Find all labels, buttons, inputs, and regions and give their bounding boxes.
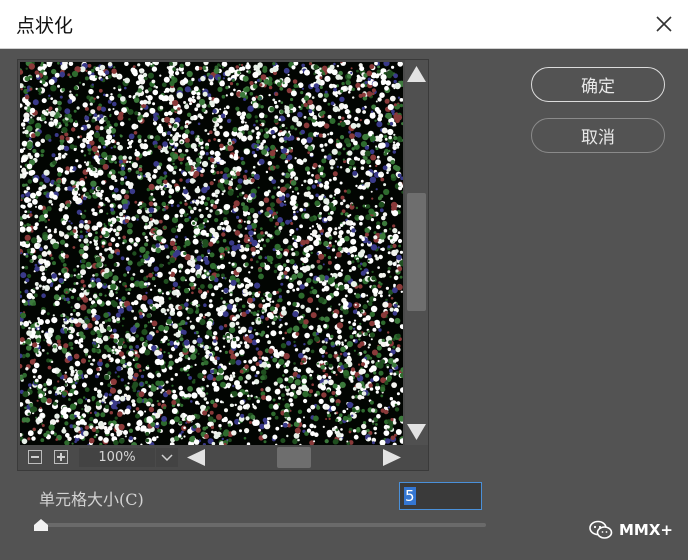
scroll-down-icon[interactable] (406, 423, 427, 441)
zoom-level[interactable]: 100% (79, 448, 155, 467)
title-bar: 点状化 (0, 0, 688, 49)
wechat-icon (589, 520, 613, 539)
zoom-out-button[interactable] (28, 450, 42, 464)
cell-size-slider-handle[interactable] (34, 519, 48, 531)
scroll-right-icon[interactable] (382, 448, 402, 467)
cell-size-input[interactable]: 5 (399, 482, 482, 510)
preview-toolbar: 100% (18, 445, 428, 470)
cell-size-slider-track[interactable] (38, 523, 486, 527)
zoom-in-button[interactable] (54, 450, 68, 464)
watermark: MMX+ (589, 520, 673, 540)
chevron-down-icon (161, 454, 173, 462)
preview-canvas[interactable] (20, 62, 403, 445)
ok-button[interactable]: 确定 (531, 67, 665, 102)
vertical-scrollbar[interactable] (405, 60, 428, 445)
scroll-up-icon[interactable] (406, 65, 427, 83)
cell-size-value: 5 (404, 487, 416, 505)
vertical-scroll-thumb[interactable] (407, 193, 426, 311)
pointillize-preview-image (20, 62, 403, 445)
close-button[interactable] (648, 8, 680, 40)
zoom-dropdown[interactable] (156, 448, 178, 467)
dialog-title: 点状化 (16, 15, 74, 37)
close-icon (656, 16, 672, 32)
watermark-text: MMX+ (619, 521, 673, 539)
horizontal-scroll-thumb[interactable] (277, 447, 311, 468)
cancel-button[interactable]: 取消 (531, 118, 665, 153)
cell-size-label: 单元格大小(C) (39, 490, 144, 509)
preview-panel: 100% (17, 59, 429, 471)
scroll-left-icon[interactable] (186, 448, 206, 467)
